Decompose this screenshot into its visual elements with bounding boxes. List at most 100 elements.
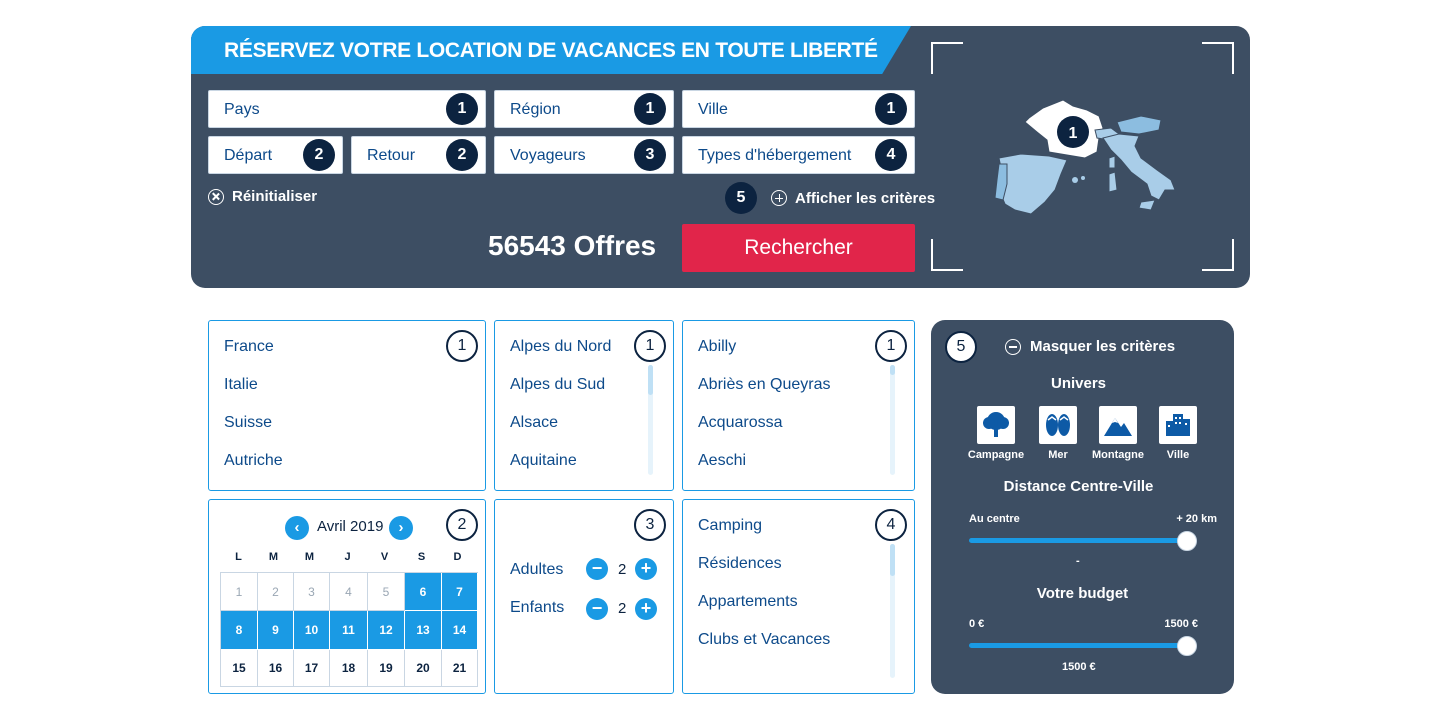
step-badge: 4	[875, 139, 907, 171]
title-banner: RÉSERVEZ VOTRE LOCATION DE VACANCES EN T…	[191, 26, 911, 74]
calendar-day[interactable]: 3	[294, 573, 330, 611]
budget-slider-handle[interactable]	[1177, 636, 1197, 656]
list-item[interactable]: Alpes du Nord	[510, 338, 611, 356]
step-badge: 2	[446, 139, 478, 171]
universe-campagne-button[interactable]	[977, 406, 1015, 444]
show-criteria-button[interactable]: 5 Afficher les critères	[725, 182, 935, 214]
step-badge: 5	[725, 182, 757, 214]
reset-button[interactable]: Réinitialiser	[208, 188, 317, 205]
calendar-day[interactable]: 10	[294, 611, 330, 650]
list-item[interactable]: Abriès en Queyras	[698, 376, 831, 394]
europe-map[interactable]: 1	[991, 94, 1191, 224]
accommodation-list: 4 Camping Résidences Appartements Clubs …	[682, 499, 915, 694]
scrollbar[interactable]	[890, 544, 895, 678]
step-badge: 1	[875, 93, 907, 125]
map-region-sicily	[1138, 199, 1156, 211]
hide-criteria-label: Masquer les critères	[1030, 338, 1176, 355]
hide-criteria-button[interactable]: Masquer les critères	[1005, 338, 1175, 355]
accommodation-type-field[interactable]: Types d'hébergement 4	[682, 136, 915, 174]
list-item[interactable]: Clubs et Vacances	[698, 631, 830, 649]
calendar-day[interactable]: 11	[330, 611, 368, 650]
children-decrement-button[interactable]: −	[586, 598, 608, 620]
calendar-day[interactable]: 19	[368, 650, 405, 687]
list-item[interactable]: Alpes du Sud	[510, 376, 605, 394]
adults-decrement-button[interactable]: −	[586, 558, 608, 580]
distance-slider-handle[interactable]	[1177, 531, 1197, 551]
budget-slider-track[interactable]	[969, 643, 1187, 648]
weekday-label: V	[380, 551, 389, 563]
step-badge: 3	[634, 509, 666, 541]
children-label: Enfants	[510, 599, 565, 616]
scrollbar[interactable]	[648, 365, 653, 475]
list-item[interactable]: Suisse	[224, 414, 272, 432]
frame-corner	[1202, 42, 1234, 74]
calendar-day[interactable]: 16	[258, 650, 294, 687]
list-item[interactable]: Acquarossa	[698, 414, 783, 432]
universe-ville-button[interactable]	[1159, 406, 1197, 444]
scrollbar[interactable]	[890, 365, 895, 475]
country-field[interactable]: Pays 1	[208, 90, 486, 128]
frame-corner	[931, 42, 963, 74]
return-field[interactable]: Retour 2	[351, 136, 486, 174]
city-field[interactable]: Ville 1	[682, 90, 915, 128]
weekday-label: S	[417, 551, 426, 563]
calendar-day[interactable]: 21	[442, 650, 478, 687]
calendar-day[interactable]: 12	[368, 611, 405, 650]
calendar-day[interactable]: 14	[442, 611, 478, 650]
region-field[interactable]: Région 1	[494, 90, 674, 128]
adults-increment-button[interactable]: +	[635, 558, 657, 580]
calendar-day[interactable]: 13	[405, 611, 442, 650]
frame-corner	[1202, 239, 1234, 271]
calendar-month: Avril 2019	[317, 518, 384, 535]
universe-label: Campagne	[967, 449, 1025, 461]
calendar-day[interactable]: 9	[258, 611, 294, 650]
adults-value: 2	[618, 561, 627, 578]
calendar-day[interactable]: 6	[405, 573, 442, 611]
list-item[interactable]: Italie	[224, 376, 258, 394]
list-item[interactable]: Aquitaine	[510, 452, 577, 470]
weekday-label: M	[304, 551, 315, 563]
step-badge: 1	[446, 93, 478, 125]
departure-field[interactable]: Départ 2	[208, 136, 343, 174]
travellers-panel: 3 Adultes − 2 + Enfants − 2 +	[494, 499, 674, 694]
list-item[interactable]: Appartements	[698, 593, 798, 611]
calendar-day[interactable]: 7	[442, 573, 478, 611]
distance-max-label: + 20 km	[1176, 513, 1217, 525]
universe-mer-button[interactable]	[1039, 406, 1077, 444]
search-button[interactable]: Rechercher	[682, 224, 915, 272]
list-item[interactable]: Alsace	[510, 414, 558, 432]
calendar-day[interactable]: 18	[330, 650, 368, 687]
region-field-label: Région	[510, 101, 561, 118]
departure-field-label: Départ	[224, 147, 273, 164]
chevron-right-icon[interactable]: ›	[389, 516, 413, 540]
calendar-day[interactable]: 1	[221, 573, 258, 611]
calendar-day[interactable]: 5	[368, 573, 405, 611]
travellers-field[interactable]: Voyageurs 3	[494, 136, 674, 174]
adults-label: Adultes	[510, 561, 564, 578]
list-item[interactable]: Abilly	[698, 338, 736, 356]
calendar-grid: 1 2 3 4 5 6 7 8 9 10 11 12 13 14 15 16 17 18 19 20 21	[220, 572, 478, 687]
list-item[interactable]: Aeschi	[698, 452, 746, 470]
calendar-day[interactable]: 2	[258, 573, 294, 611]
calendar-day[interactable]: 4	[330, 573, 368, 611]
chevron-left-icon[interactable]: ‹	[285, 516, 309, 540]
children-increment-button[interactable]: +	[635, 598, 657, 620]
calendar-day[interactable]: 15	[221, 650, 258, 687]
frame-corner	[931, 239, 963, 271]
calendar-day[interactable]: 8	[221, 611, 258, 650]
calendar-day[interactable]: 17	[294, 650, 330, 687]
universe-label: Ville	[1166, 449, 1190, 461]
distance-title: Distance Centre-Ville	[1003, 478, 1154, 495]
universe-title: Univers	[1050, 375, 1107, 392]
list-item[interactable]: Autriche	[224, 452, 283, 470]
list-item[interactable]: France	[224, 338, 274, 356]
list-item[interactable]: Camping	[698, 517, 762, 535]
list-item[interactable]: Résidences	[698, 555, 782, 573]
step-badge: 3	[634, 139, 666, 171]
distance-value: -	[1076, 555, 1080, 567]
buildings-icon	[1166, 414, 1190, 436]
universe-montagne-button[interactable]	[1099, 406, 1137, 444]
search-panel: RÉSERVEZ VOTRE LOCATION DE VACANCES EN T…	[191, 26, 1250, 288]
distance-slider-track[interactable]	[969, 538, 1187, 543]
calendar-day[interactable]: 20	[405, 650, 442, 687]
